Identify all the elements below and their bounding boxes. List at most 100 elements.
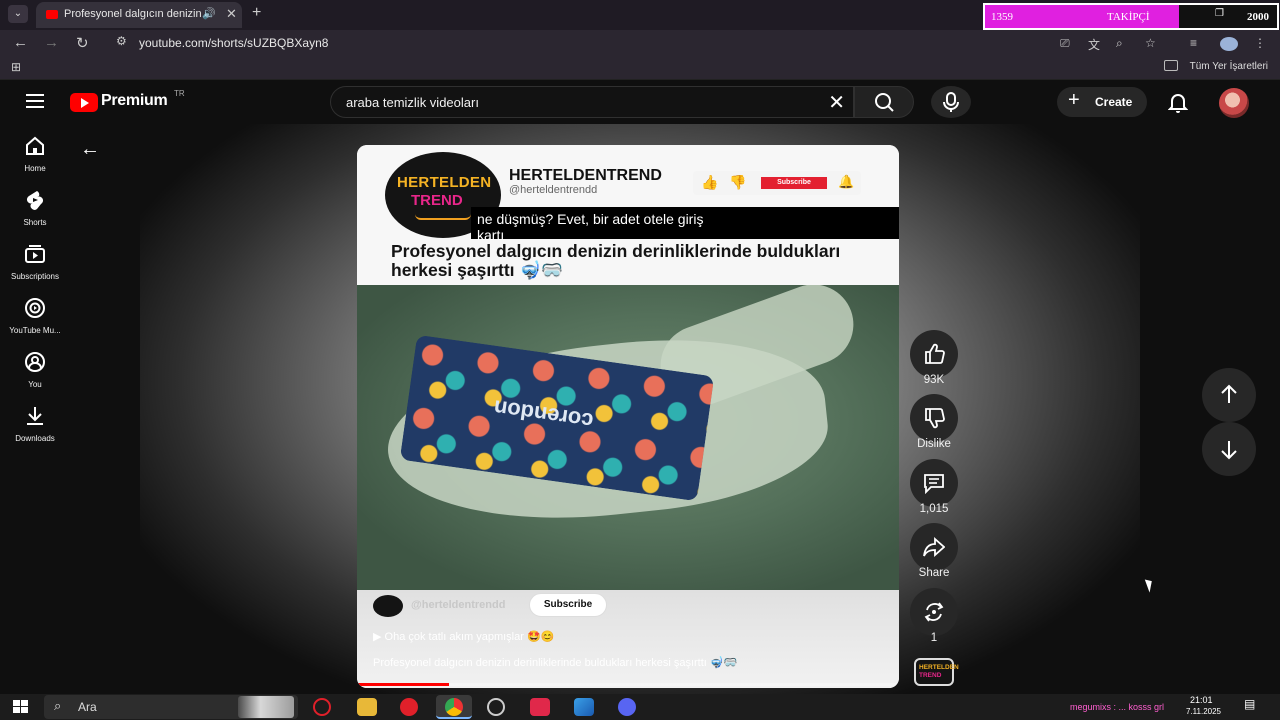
overlay-channel-handle[interactable]: @herteldentrendd	[411, 599, 505, 611]
video-caption: ne düşmüş? Evet, bir adet otele giriş ka…	[471, 207, 899, 243]
search-box[interactable]: araba temizlik videoları ✕	[330, 86, 854, 118]
download-icon	[27, 407, 43, 425]
omnibox[interactable]: ⚙ youtube.com/shorts/sUZBQBXayn8 ⎚ 文 ⌕ ☆…	[108, 32, 1268, 54]
back-icon[interactable]: ←	[13, 34, 28, 51]
clock-date[interactable]: 7.11.2025	[1186, 707, 1221, 716]
subscribe-button[interactable]: Subscribe	[529, 593, 607, 617]
zoom-icon[interactable]: ⌕	[1116, 36, 1123, 51]
notifications-bell-icon[interactable]	[1168, 91, 1188, 113]
opera-icon[interactable]	[313, 698, 331, 716]
sidebar-item-home[interactable]: Home	[0, 136, 70, 173]
remix-button[interactable]	[910, 588, 958, 636]
mic-icon	[943, 92, 959, 112]
reload-icon[interactable]: ↻	[76, 34, 89, 52]
comments-button[interactable]	[910, 459, 958, 507]
taskbar-search-text: Ara	[78, 700, 97, 714]
progress-fill	[357, 683, 450, 686]
media-player-icon[interactable]	[400, 698, 418, 716]
comment-count: 1,015	[919, 503, 949, 515]
channel-handle: @herteldentrendd	[509, 184, 598, 196]
speaker-icon[interactable]: 🔊	[202, 7, 216, 20]
all-bookmarks-link[interactable]: Tüm Yer İşaretleri	[1190, 61, 1268, 72]
you-icon	[25, 352, 45, 372]
profile-avatar[interactable]	[1220, 37, 1238, 51]
sidebar-item-label: Shorts	[23, 218, 47, 227]
sidebar-item-label: Downloads	[15, 434, 55, 443]
apps-grid-icon[interactable]: ⊞	[11, 60, 21, 74]
pocket-icon[interactable]	[530, 698, 550, 716]
follower-goal-overlay: 1359 TAKİPÇİ ❐ 2000	[983, 3, 1279, 30]
sidebar-item-shorts[interactable]: Shorts	[0, 190, 70, 227]
embedded-subscribe-bar: 👍 👎 Subscribe 🔔	[693, 171, 861, 195]
account-avatar[interactable]	[1219, 88, 1249, 118]
discord-icon[interactable]	[618, 698, 636, 716]
translate-icon[interactable]: 文	[1088, 36, 1100, 53]
thumbs-down-icon: 👎	[729, 174, 747, 190]
youtube-brand[interactable]: Premium	[101, 92, 168, 110]
tab-search-button[interactable]: ⌄	[8, 5, 28, 23]
sidebar-item-label: Home	[24, 164, 46, 173]
url-text[interactable]: youtube.com/shorts/sUZBQBXayn8	[139, 36, 328, 50]
audio-thumb-text: HERTELDEN TREND	[919, 664, 959, 679]
forward-icon[interactable]: →	[44, 34, 59, 51]
previous-short-button[interactable]	[1202, 368, 1256, 422]
search-icon	[875, 93, 894, 112]
clock-time[interactable]: 21:01	[1190, 695, 1213, 705]
arrow-down-icon	[1221, 441, 1237, 460]
notification-center-icon[interactable]: ▤	[1244, 697, 1255, 711]
badge-text-bottom: TREND	[411, 192, 463, 209]
audio-thumbnail[interactable]: HERTELDEN TREND	[914, 658, 959, 686]
windows-start-icon[interactable]	[13, 700, 29, 714]
chrome-taskbar-button[interactable]	[436, 695, 472, 719]
channel-avatar[interactable]	[373, 595, 403, 617]
subscriptions-icon	[25, 245, 45, 263]
menu-icon[interactable]	[26, 94, 44, 112]
youtube-logo-icon[interactable]	[70, 93, 98, 112]
app-icon[interactable]	[574, 698, 594, 716]
obs-icon[interactable]	[487, 698, 505, 716]
shorts-player[interactable]: HERTELDEN TREND HERTELDENTREND @hertelde…	[357, 145, 899, 688]
create-label: Create	[1095, 95, 1133, 109]
bookmark-star-icon[interactable]: ☆	[1145, 36, 1156, 50]
media-controls-icon[interactable]: ≡	[1190, 36, 1197, 50]
browser-menu-icon[interactable]: ⋮	[1254, 36, 1266, 50]
voice-search-button[interactable]	[931, 86, 971, 118]
video-description[interactable]: Profesyonel dalgıcın denizin derinlikler…	[373, 656, 737, 669]
sidebar-item-you[interactable]: You	[0, 352, 70, 389]
browser-tab[interactable]: Profesyonel dalgıcın denizin 🔊 ✕	[36, 2, 242, 28]
site-info-icon[interactable]: ⚙	[116, 34, 127, 48]
share-button[interactable]	[910, 523, 958, 571]
clear-search-icon[interactable]: ✕	[828, 90, 845, 115]
cast-icon[interactable]: ⎚	[1060, 36, 1070, 51]
progress-bar[interactable]	[357, 683, 899, 686]
next-short-button[interactable]	[1202, 422, 1256, 476]
follower-goal: 2000	[1247, 11, 1269, 23]
sidebar-item-youtube-music[interactable]: YouTube Mu...	[0, 298, 70, 335]
sidebar-item-subscriptions[interactable]: Subscriptions	[0, 244, 70, 281]
restore-window-icon[interactable]: ❐	[1215, 8, 1224, 19]
create-button[interactable]: + Create	[1057, 87, 1147, 117]
video-info-overlay: @herteldentrendd Subscribe ▶ Oha çok tat…	[357, 590, 899, 688]
video-frame[interactable]: corendon	[357, 285, 899, 590]
stream-chat-ticker: megumixs : ... kosss grl	[1070, 702, 1165, 712]
folder-icon	[1164, 60, 1178, 71]
video-headline: Profesyonel dalgıcın denizin derinlikler…	[391, 241, 841, 280]
embedded-subscribe-badge: Subscribe	[761, 177, 827, 189]
close-tab-icon[interactable]: ✕	[226, 6, 237, 22]
mouse-cursor-icon	[1144, 577, 1156, 593]
address-bar-row: ← → ↻ ⚙ youtube.com/shorts/sUZBQBXayn8 ⎚…	[0, 30, 1280, 56]
like-button[interactable]	[910, 330, 958, 378]
file-explorer-icon[interactable]	[357, 698, 377, 716]
windows-taskbar: ⌕ Ara megumixs : ... kosss grl 21:01 7.1…	[0, 694, 1280, 720]
search-button[interactable]	[854, 86, 914, 118]
taskbar-search[interactable]: ⌕ Ara	[44, 695, 298, 719]
new-tab-button[interactable]: +	[252, 4, 261, 22]
youtube-music-icon	[25, 298, 45, 318]
search-input[interactable]: araba temizlik videoları	[346, 95, 479, 110]
follower-label: TAKİPÇİ	[1107, 11, 1150, 23]
back-arrow-icon[interactable]: ←	[80, 138, 100, 161]
home-icon	[26, 136, 44, 155]
music-label[interactable]: ▶ Oha çok tatlı akım yapmışlar 🤩😊	[373, 630, 554, 643]
dislike-button[interactable]	[910, 394, 958, 442]
sidebar-item-downloads[interactable]: Downloads	[0, 406, 70, 443]
